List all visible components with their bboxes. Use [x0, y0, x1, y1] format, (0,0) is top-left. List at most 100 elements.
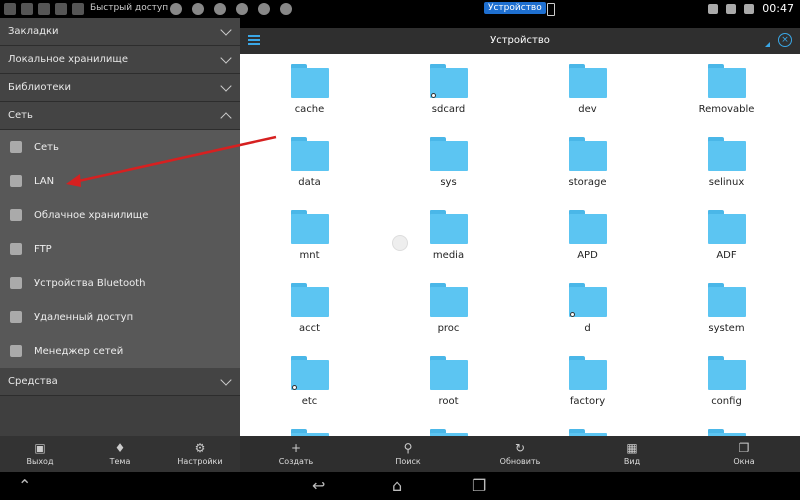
sidebar-item-label: Сеть	[34, 141, 59, 153]
home-icon[interactable]: ⌂	[392, 478, 402, 494]
notification-icon	[72, 3, 84, 15]
toolbar-label: Создать	[278, 457, 314, 466]
toolbar-label: Настройки	[177, 457, 223, 466]
toolbar-label: Вид	[623, 457, 641, 466]
folder-item[interactable]: Removable	[657, 54, 796, 127]
folder-item[interactable]: etc	[240, 346, 379, 419]
network-icon	[10, 141, 22, 153]
section-local-storage[interactable]: Локальное хранилище	[0, 46, 240, 74]
create-button[interactable]: + Создать	[240, 436, 352, 472]
touch-indicator	[392, 235, 408, 251]
folder-item[interactable]: sys	[379, 127, 518, 200]
folder-item[interactable]: acct	[240, 273, 379, 346]
network-submenu: Сеть LAN Облачное хранилище FTP Устройст…	[0, 130, 240, 368]
toolbar-label: Поиск	[395, 457, 421, 466]
system-tray: 00:47	[708, 2, 794, 15]
app-icon	[170, 3, 182, 15]
folder-name: media	[432, 250, 465, 261]
sidebar-item-label: LAN	[34, 175, 55, 187]
folder-item[interactable]: storage	[518, 127, 657, 200]
settings-icon: ⚙	[194, 441, 206, 455]
folder-icon	[290, 137, 329, 171]
corner-indicator-icon	[765, 42, 770, 47]
folder-name: sdcard	[431, 104, 466, 115]
sidebar-item-lan[interactable]: LAN	[0, 164, 240, 198]
back-icon[interactable]: ↩	[312, 478, 325, 494]
app-icon	[280, 3, 292, 15]
system-nav-bar: ⌃ ↩ ⌂ ❐	[0, 472, 800, 500]
folder-item[interactable]: APD	[518, 200, 657, 273]
page-title: Устройство	[490, 35, 550, 46]
app-icon	[258, 3, 270, 15]
folder-name: selinux	[708, 177, 745, 188]
wifi-icon	[726, 3, 737, 14]
folder-item[interactable]: factory	[518, 346, 657, 419]
section-network[interactable]: Сеть	[0, 102, 240, 130]
section-libraries[interactable]: Библиотеки	[0, 74, 240, 102]
section-label: Средства	[8, 376, 58, 387]
folder-item[interactable]: dev	[518, 54, 657, 127]
folder-item[interactable]: data	[240, 127, 379, 200]
windows-button[interactable]: ❐ Окна	[688, 436, 800, 472]
folder-item[interactable]: proc	[379, 273, 518, 346]
windows-icon: ❐	[738, 441, 750, 455]
folder-name: sys	[440, 177, 457, 188]
folder-item[interactable]: sdcard	[379, 54, 518, 127]
folder-item-partial[interactable]	[379, 419, 518, 436]
folder-icon	[707, 356, 746, 390]
folder-item-partial[interactable]	[657, 419, 796, 436]
view-button[interactable]: ▦ Вид	[576, 436, 688, 472]
plus-icon: +	[290, 441, 302, 455]
sidebar-toolbar: ▣ Выход ♦ Тема ⚙ Настройки	[0, 436, 240, 472]
sidebar-item-label: Удаленный доступ	[34, 311, 134, 323]
notification-icon	[55, 3, 67, 15]
settings-button[interactable]: ⚙ Настройки	[160, 436, 240, 472]
symlink-icon	[569, 312, 575, 317]
exit-button[interactable]: ▣ Выход	[0, 436, 80, 472]
sidebar-item-label: Менеджер сетей	[34, 345, 124, 357]
sidebar-item-network[interactable]: Сеть	[0, 130, 240, 164]
exit-icon: ▣	[34, 441, 46, 455]
folder-name: factory	[569, 396, 606, 407]
search-button[interactable]: ⚲ Поиск	[352, 436, 464, 472]
app-icon	[192, 3, 204, 15]
device-indicator: Устройство	[484, 2, 546, 14]
folder-icon	[568, 356, 607, 390]
notification-icon	[4, 3, 16, 15]
sidebar-item-label: Устройства Bluetooth	[34, 277, 146, 289]
chevron-up-icon	[220, 112, 232, 124]
theme-button[interactable]: ♦ Тема	[80, 436, 160, 472]
folder-item[interactable]: d	[518, 273, 657, 346]
section-tools[interactable]: Средства	[0, 368, 240, 396]
recent-apps-icon[interactable]: ❐	[472, 478, 486, 494]
folder-item[interactable]: ADF	[657, 200, 796, 273]
folder-item[interactable]: mnt	[240, 200, 379, 273]
toolbar-label: Окна	[733, 457, 755, 466]
sidebar-item-ftp[interactable]: FTP	[0, 232, 240, 266]
sidebar-item-network-manager[interactable]: Менеджер сетей	[0, 334, 240, 368]
search-icon: ⚲	[403, 441, 413, 455]
sidebar-item-bluetooth[interactable]: Устройства Bluetooth	[0, 266, 240, 300]
folder-item[interactable]: system	[657, 273, 796, 346]
folder-name: proc	[437, 323, 460, 334]
refresh-button[interactable]: ↻ Обновить	[464, 436, 576, 472]
folder-name: root	[438, 396, 459, 407]
folder-item-partial[interactable]	[240, 419, 379, 436]
close-icon[interactable]: ×	[778, 33, 792, 47]
section-bookmarks[interactable]: Закладки	[0, 18, 240, 46]
sidebar: Закладки Локальное хранилище Библиотеки …	[0, 18, 240, 436]
folder-item[interactable]: config	[657, 346, 796, 419]
folder-icon	[707, 283, 746, 317]
sidebar-item-cloud[interactable]: Облачное хранилище	[0, 198, 240, 232]
bottom-toolbar: ▣ Выход ♦ Тема ⚙ Настройки + Создать ⚲ П…	[0, 436, 800, 472]
bluetooth-icon	[10, 277, 22, 289]
collapse-icon[interactable]: ⌃	[18, 478, 31, 494]
folder-name: cache	[294, 104, 325, 115]
folder-item-partial[interactable]	[518, 419, 657, 436]
folder-item[interactable]: selinux	[657, 127, 796, 200]
folder-name: config	[711, 396, 742, 407]
app-icon	[236, 3, 248, 15]
folder-item[interactable]: root	[379, 346, 518, 419]
folder-item[interactable]: cache	[240, 54, 379, 127]
sidebar-item-remote[interactable]: Удаленный доступ	[0, 300, 240, 334]
